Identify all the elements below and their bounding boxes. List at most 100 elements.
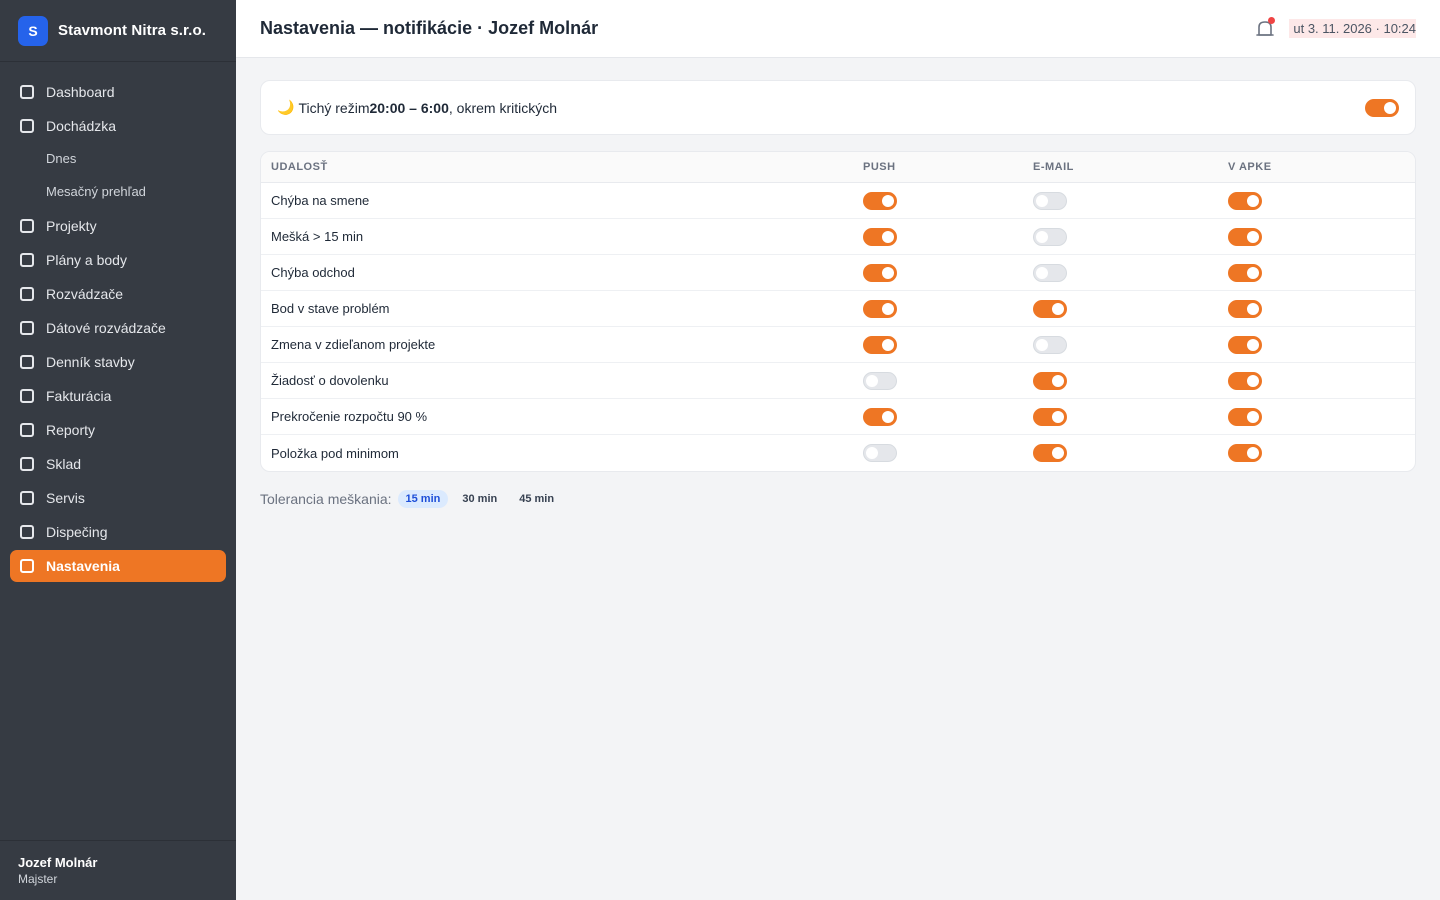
sidebar-item-fakturacia[interactable]: Fakturácia xyxy=(10,380,226,412)
tolerance-option[interactable]: 15 min xyxy=(397,490,449,508)
push-toggle[interactable] xyxy=(863,227,897,246)
email-toggle[interactable] xyxy=(1033,299,1067,318)
cell-email xyxy=(1033,263,1228,282)
app-toggle[interactable] xyxy=(1228,227,1262,246)
sidebar-item-projekty[interactable]: Projekty xyxy=(10,210,226,242)
tolerance-option[interactable]: 45 min xyxy=(511,490,562,508)
sidebar-item-label: Rozvádzače xyxy=(46,286,124,302)
sidebar-item-label: Dashboard xyxy=(46,84,115,100)
notification-table: UDALOSŤ PUSH E-MAIL V APKE Chýba na smen… xyxy=(260,151,1416,472)
event-name: Zmena v zdieľanom projekte xyxy=(271,337,436,352)
sidebar-item-label: Fakturácia xyxy=(46,388,112,404)
app-toggle[interactable] xyxy=(1228,263,1262,282)
square-icon xyxy=(20,525,34,539)
cell-push xyxy=(863,263,1033,282)
cell-app xyxy=(1228,227,1415,246)
cell-email xyxy=(1033,227,1228,246)
cell-push xyxy=(863,299,1033,318)
cell-email xyxy=(1033,444,1228,462)
email-toggle[interactable] xyxy=(1033,407,1067,426)
event-name: Bod v stave problém xyxy=(271,301,390,316)
sidebar-subitem-label: Dnes xyxy=(46,151,77,166)
email-toggle[interactable] xyxy=(1033,335,1067,354)
sidebar-item-reporty[interactable]: Reporty xyxy=(10,414,226,446)
event-name: Chýba na smene xyxy=(271,193,370,208)
event-name: Chýba odchod xyxy=(271,265,355,280)
notification-badge xyxy=(1268,16,1276,24)
app-toggle[interactable] xyxy=(1228,299,1262,318)
square-icon xyxy=(20,457,34,471)
push-toggle[interactable] xyxy=(863,407,897,426)
app-toggle[interactable] xyxy=(1228,335,1262,354)
user-profile[interactable]: Jozef Molnár Majster xyxy=(0,840,236,900)
tolerance-label: Tolerancia meškania: xyxy=(260,491,392,507)
email-toggle[interactable] xyxy=(1033,227,1067,246)
sidebar-item-dispecing[interactable]: Dispečing xyxy=(10,516,226,548)
table-row: Bod v stave problém xyxy=(261,291,1415,327)
sidebar-item-plany-a-body[interactable]: Plány a body xyxy=(10,244,226,276)
email-toggle[interactable] xyxy=(1033,263,1067,282)
sidebar-item-datove-rozvadzace[interactable]: Dátové rozvádzače xyxy=(10,312,226,344)
email-toggle[interactable] xyxy=(1033,191,1067,210)
app-toggle[interactable] xyxy=(1228,371,1262,390)
table-row: Zmena v zdieľanom projekte xyxy=(261,327,1415,363)
square-icon xyxy=(20,423,34,437)
square-icon xyxy=(20,491,34,505)
sidebar-item-sklad[interactable]: Sklad xyxy=(10,448,226,480)
quiet-mode-hours: 20:00 – 6:00 xyxy=(369,99,449,116)
quiet-mode-prefix: Tichý režim xyxy=(298,99,370,116)
table-row: Chýba na smene xyxy=(261,183,1415,219)
sidebar-subitem-dnes[interactable]: Dnes xyxy=(10,142,226,175)
column-header-event: UDALOSŤ xyxy=(271,161,328,173)
push-toggle[interactable] xyxy=(863,335,897,354)
sidebar-item-rozvadzace[interactable]: Rozvádzače xyxy=(10,278,226,310)
push-toggle[interactable] xyxy=(863,444,897,462)
sidebar-item-dashboard[interactable]: Dashboard xyxy=(10,76,226,108)
tolerance-selector: Tolerancia meškania: 15 min 30 min 45 min xyxy=(260,490,1416,508)
square-icon xyxy=(20,119,34,133)
table-header: UDALOSŤ PUSH E-MAIL V APKE xyxy=(261,152,1415,183)
quiet-mode-suffix: , okrem kritických xyxy=(448,99,558,116)
sidebar-item-label: Denník stavby xyxy=(46,354,135,370)
sidebar-item-label: Nastavenia xyxy=(46,558,120,574)
email-toggle[interactable] xyxy=(1033,444,1067,462)
current-datetime: ut 3. 11. 2026 · 10:24 xyxy=(1289,19,1416,38)
push-toggle[interactable] xyxy=(863,263,897,282)
app-toggle[interactable] xyxy=(1228,191,1262,210)
app-toggle[interactable] xyxy=(1228,444,1262,462)
event-name: Žiadosť o dovolenku xyxy=(271,373,389,388)
cell-app xyxy=(1228,444,1415,462)
sidebar-item-nastavenia[interactable]: Nastavenia xyxy=(10,550,226,582)
sidebar-item-label: Dochádzka xyxy=(46,118,117,134)
page-title: Nastavenia — notifikácie · Jozef Molnár xyxy=(260,18,599,38)
sidebar-item-dennik-stavby[interactable]: Denník stavby xyxy=(10,346,226,378)
push-toggle[interactable] xyxy=(863,371,897,390)
event-name: Prekročenie rozpočtu 90 % xyxy=(271,409,428,424)
column-header-push: PUSH xyxy=(863,161,896,173)
sidebar-item-label: Dispečing xyxy=(46,524,108,540)
app-toggle[interactable] xyxy=(1228,407,1262,426)
table-row: Položka pod minimom xyxy=(261,435,1415,471)
table-row: Mešká > 15 min xyxy=(261,219,1415,255)
sidebar-item-servis[interactable]: Servis xyxy=(10,482,226,514)
user-name: Jozef Molnár xyxy=(18,855,98,870)
sidebar-item-label: Reporty xyxy=(46,422,96,438)
bell-icon[interactable] xyxy=(1255,16,1276,39)
cell-app xyxy=(1228,407,1415,426)
brand[interactable]: S Stavmont Nitra s.r.o. xyxy=(0,0,236,62)
push-toggle[interactable] xyxy=(863,299,897,318)
cell-email xyxy=(1033,407,1228,426)
cell-push xyxy=(863,444,1033,462)
sidebar-subitem-label: Mesačný prehľad xyxy=(46,184,146,199)
sidebar-item-dochadzka[interactable]: Dochádzka xyxy=(10,110,226,142)
quiet-mode-card: 🌙 Tichý režim 20:00 – 6:00, okrem kritic… xyxy=(260,80,1416,135)
sidebar-subitem-mesacny-prehlad[interactable]: Mesačný prehľad xyxy=(10,175,226,208)
quiet-mode-toggle[interactable] xyxy=(1365,98,1399,117)
cell-app xyxy=(1228,335,1415,354)
tolerance-option[interactable]: 30 min xyxy=(454,490,505,508)
cell-app xyxy=(1228,299,1415,318)
cell-push xyxy=(863,335,1033,354)
cell-app xyxy=(1228,263,1415,282)
email-toggle[interactable] xyxy=(1033,371,1067,390)
push-toggle[interactable] xyxy=(863,191,897,210)
